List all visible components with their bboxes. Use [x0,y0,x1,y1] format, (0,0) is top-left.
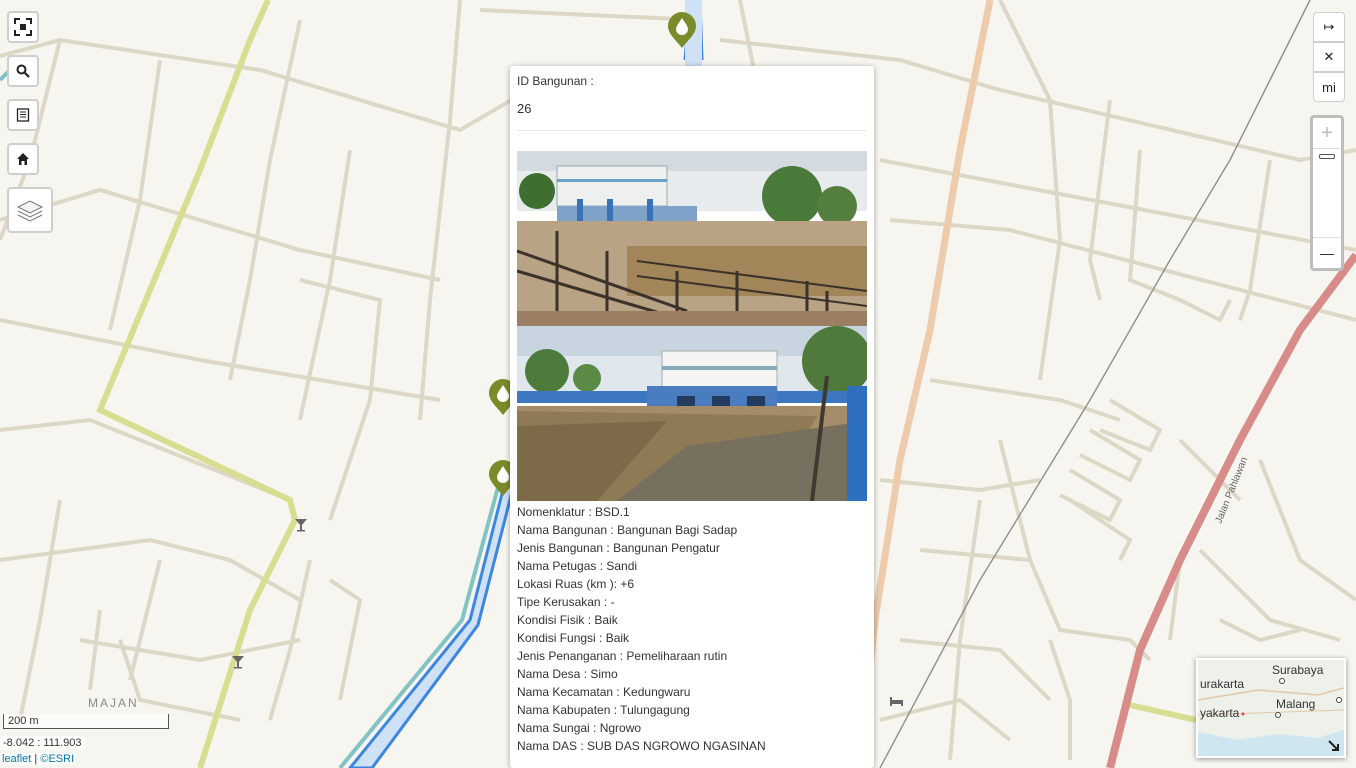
close-measure-button[interactable]: ✕ [1313,42,1345,72]
green-road [96,0,299,768]
minimap-label-surakarta: urakarta [1200,677,1245,691]
search-icon [16,64,30,78]
bar-icon [295,519,307,532]
minimap-toggle-icon[interactable] [1328,740,1340,752]
attr-nama-bangunan: Nama Bangunan : Bangunan Bagi Sadap [517,523,738,537]
attr-kondisi-fungsi: Kondisi Fungsi : Baik [517,631,630,645]
attr-nama-kabupaten: Nama Kabupaten : Tulungagung [517,703,690,717]
fullscreen-button[interactable] [7,11,39,43]
minimap-label-yogyakarta: yakarta [1200,706,1240,720]
zoom-slider[interactable]: + — [1310,115,1344,271]
measure-button[interactable]: ↦ [1313,12,1345,42]
attr-jenis-bangunan: Jenis Bangunan : Bangunan Pengatur [517,541,720,555]
green-road-east [1129,702,1197,723]
attr-lokasi-ruas: Lokasi Ruas (km ): +6 [517,577,635,591]
fullscreen-icon [14,18,32,36]
list-icon [16,108,30,122]
attribution: leaflet | ©ESRI [0,753,77,765]
attr-kondisi-fisik: Kondisi Fisik : Baik [517,613,618,627]
attr-nama-sungai: Nama Sungai : Ngrowo [517,721,642,735]
place-label: MAJAN [88,696,139,710]
structure-photo-2 [517,326,867,501]
structure-photo-1 [517,151,867,326]
minimap-label-surabaya: Surabaya [1272,663,1324,677]
layers-icon [16,200,44,222]
attr-nama-kecamatan: Nama Kecamatan : Kedungwaru [517,685,691,699]
id-value: 26 [517,101,532,116]
attribute-list: Nomenklatur : BSD.1 Nama Bangunan : Bang… [517,503,867,755]
orange-road [856,0,994,768]
unit-toggle-button[interactable]: mi [1313,72,1345,102]
attr-nama-desa: Nama Desa : Simo [517,667,618,681]
list-button[interactable] [7,99,39,131]
feature-popup: ID Bangunan : 26 Nomenklatur: BSD.1 Nam… [510,66,874,768]
minimap-label-malang: Malang [1276,697,1316,711]
esri-link[interactable]: ©ESRI [40,753,74,765]
layers-button[interactable] [7,187,53,233]
attr-nomenklatur: Nomenklatur : BSD.1 [517,505,630,519]
attr-tipe-kerusakan: Tipe Kerusakan : - [517,595,615,609]
search-button[interactable] [7,55,39,87]
leaflet-link[interactable]: leaflet [2,753,31,765]
attr-nama-petugas: Nama Petugas : Sandi [517,559,638,573]
mouse-coordinates: -8.042 : 111.903 [0,736,85,750]
zoom-knob[interactable] [1319,154,1335,159]
attr-nama-das: Nama DAS : SUB DAS NGROWO NGASINAN [517,739,766,753]
scale-bar: 200 m [3,714,169,729]
zoom-in-button[interactable]: + [1313,118,1341,149]
home-button[interactable] [7,143,39,175]
zoom-out-button[interactable]: — [1313,237,1341,268]
home-icon [17,153,29,165]
id-label: ID Bangunan : [517,74,594,88]
hotel-icon [890,697,903,706]
attr-jenis-penanganan: Jenis Penanganan : Pemeliharaan rutin [517,649,728,663]
overview-minimap[interactable]: Surabaya urakarta Malang yakarta [1196,658,1346,758]
divider [517,130,867,131]
